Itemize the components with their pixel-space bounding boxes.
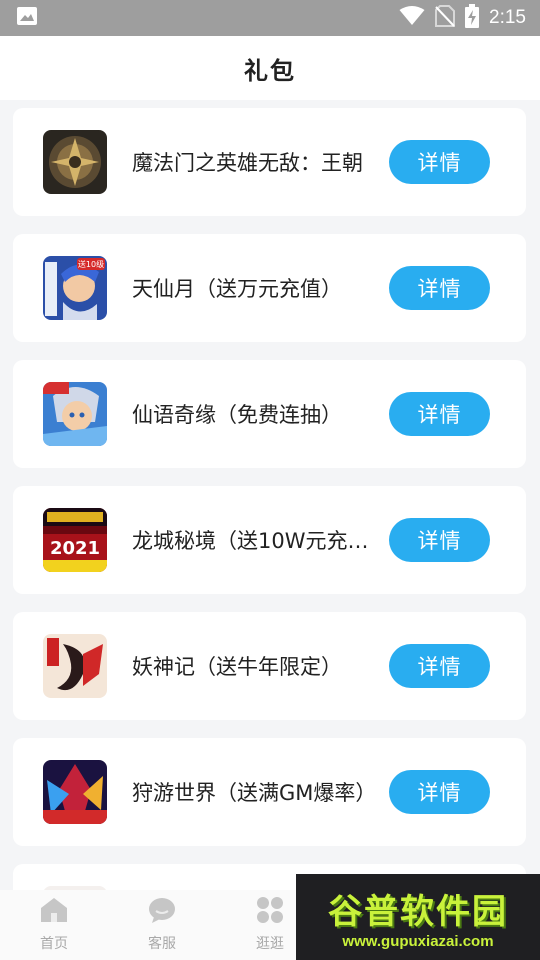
game-name: 龙城秘境（送10W元充值）: [132, 529, 380, 553]
game-name: 妖神记（送牛年限定）: [132, 655, 342, 679]
tab-label: 客服: [148, 936, 176, 952]
svg-text:送10级: 送10级: [78, 259, 104, 269]
game-thumb-tianxianyue[interactable]: 送10级: [43, 256, 107, 320]
game-thumb-shouyou[interactable]: [43, 760, 107, 824]
detail-button[interactable]: 详情: [389, 140, 490, 184]
detail-button[interactable]: 详情: [389, 518, 490, 562]
app-header: 礼包: [0, 36, 540, 100]
home-icon: [40, 897, 68, 927]
watermark-url: www.gupuxiazai.com: [342, 933, 494, 950]
game-thumb-heroes[interactable]: [43, 130, 107, 194]
clock: 2:15: [489, 7, 526, 28]
game-thumb-longcheng[interactable]: 2021: [43, 508, 107, 572]
tab-label: 逛逛: [256, 936, 284, 952]
watermark-title: 谷普软件园: [328, 892, 508, 932]
no-sim-icon: [435, 5, 456, 31]
svg-text:2021: 2021: [50, 538, 100, 559]
game-thumb-xianyu[interactable]: [43, 382, 107, 446]
chat-bubble-icon: [148, 897, 176, 927]
game-thumb-yaoshenji[interactable]: [43, 634, 107, 698]
detail-button[interactable]: 详情: [389, 770, 490, 814]
status-bar: 2:15: [0, 0, 540, 36]
tab-home[interactable]: 首页: [0, 890, 108, 960]
image-icon: [16, 5, 38, 31]
gift-list[interactable]: 魔法门之英雄无敌：王朝 详情 送10级 天仙月（送万元充值） 详情 仙语奇缘（免…: [0, 100, 540, 890]
grid-icon: [256, 897, 284, 927]
list-item[interactable]: 妖神记（送牛年限定） 详情: [13, 612, 526, 720]
game-name: 天仙月（送万元充值）: [132, 277, 342, 301]
detail-button[interactable]: 详情: [389, 392, 490, 436]
detail-button[interactable]: 详情: [389, 266, 490, 310]
tab-label: 首页: [40, 936, 68, 952]
battery-charging-icon: [465, 4, 480, 32]
detail-button[interactable]: 详情: [389, 644, 490, 688]
list-item[interactable]: 2021 龙城秘境（送10W元充值） 详情: [13, 486, 526, 594]
game-name: 仙语奇缘（免费连抽）: [132, 403, 342, 427]
tab-service[interactable]: 客服: [108, 890, 216, 960]
wifi-icon: [399, 6, 425, 30]
page-title: 礼包: [244, 56, 296, 85]
watermark: 谷普软件园 www.gupuxiazai.com: [296, 874, 540, 960]
game-name: 狩游世界（送满GM爆率）: [132, 781, 377, 805]
game-name: 魔法门之英雄无敌：王朝: [132, 151, 363, 175]
list-item[interactable]: 狩游世界（送满GM爆率） 详情: [13, 738, 526, 846]
list-item[interactable]: 仙语奇缘（免费连抽） 详情: [13, 360, 526, 468]
list-item[interactable]: 魔法门之英雄无敌：王朝 详情: [13, 108, 526, 216]
list-item[interactable]: 送10级 天仙月（送万元充值） 详情: [13, 234, 526, 342]
